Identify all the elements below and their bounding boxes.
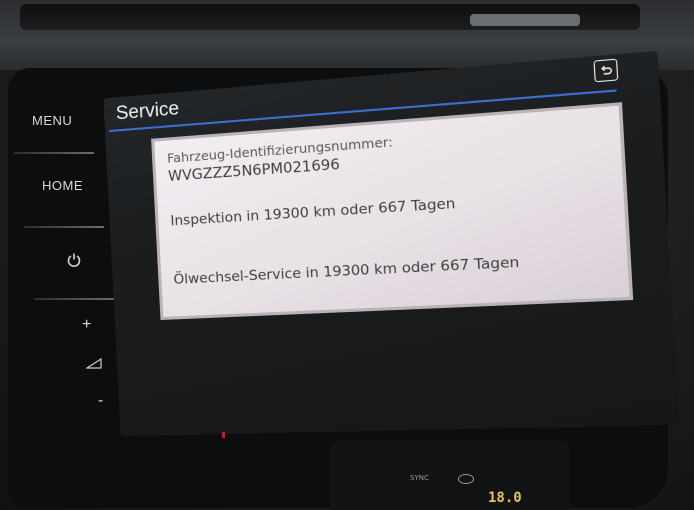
sync-button[interactable]: SYNC xyxy=(410,474,429,482)
home-button[interactable]: HOME xyxy=(42,178,83,193)
car-dashboard-photo: MENU HOME + - Service Fahrzeug-Identifiz… xyxy=(0,0,694,510)
power-icon xyxy=(67,253,81,267)
volume-up-button[interactable]: + xyxy=(82,316,92,334)
back-return-icon xyxy=(598,63,613,77)
temperature-readout: 18.0 xyxy=(488,490,522,506)
menu-button[interactable]: MENU xyxy=(32,113,72,128)
button-divider xyxy=(34,298,114,300)
power-button[interactable] xyxy=(66,252,82,268)
back-button[interactable] xyxy=(593,58,619,83)
button-divider xyxy=(14,152,94,154)
vent-adjuster[interactable] xyxy=(470,14,580,26)
touchscreen-display: Service Fahrzeug-Identifizierungsnummer:… xyxy=(103,50,679,437)
oil-service-due-text: Ölwechsel-Service in 19300 km oder 667 T… xyxy=(173,254,520,289)
hardware-button-panel: MENU HOME + - xyxy=(14,80,114,480)
fan-icon xyxy=(458,474,474,484)
volume-icon xyxy=(84,354,102,373)
service-info-popup: Fahrzeug-Identifizierungsnummer: WVGZZZ5… xyxy=(151,102,634,321)
indicator-light xyxy=(222,432,225,438)
page-title: Service xyxy=(115,98,180,125)
volume-down-button[interactable]: - xyxy=(98,392,104,410)
climate-control-panel: SYNC xyxy=(330,440,570,510)
button-divider xyxy=(24,226,104,228)
inspection-due-text: Inspektion in 19300 km oder 667 Tagen xyxy=(170,195,456,230)
